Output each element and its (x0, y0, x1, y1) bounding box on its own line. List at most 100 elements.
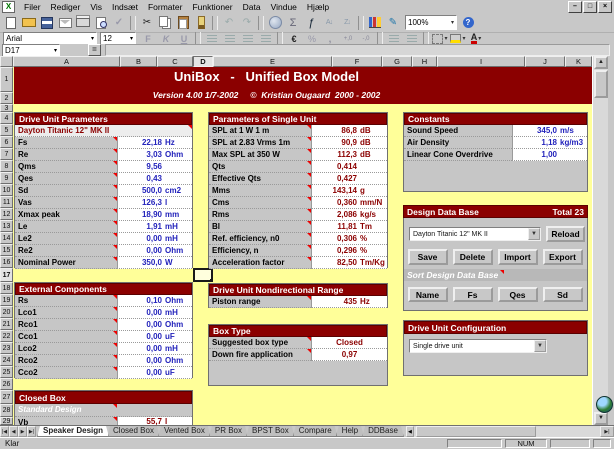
parameter-value-cell[interactable]: 0,00mH (117, 343, 192, 355)
parameter-value-cell[interactable]: 500,0cm2 (117, 185, 192, 197)
parameter-value-cell[interactable]: 22,18Hz (117, 137, 192, 149)
minimize-icon[interactable]: – (568, 1, 582, 13)
row-header-2[interactable]: 2 (0, 92, 13, 104)
row-header-12[interactable]: 12 (0, 208, 13, 220)
database-select[interactable]: Dayton Titanic 12" MK II▼ (409, 227, 541, 241)
parameter-value-cell[interactable]: 86,8dB (311, 125, 387, 137)
row-header-21[interactable]: 21 (0, 318, 13, 330)
row-header-3[interactable]: 3 (0, 104, 13, 112)
redo-icon[interactable] (239, 15, 255, 30)
parameter-value-cell[interactable]: 0,10Ohm (117, 295, 192, 307)
column-header-h[interactable]: H (412, 56, 437, 67)
row-header-16[interactable]: 16 (0, 256, 13, 268)
parameter-value-cell[interactable]: 0,00Ohm (117, 355, 192, 367)
drive-unit-name-cell[interactable]: Dayton Titanic 12" MK II (15, 125, 192, 137)
zoom-select[interactable]: 100%▾ (405, 15, 457, 30)
menu-data[interactable]: Data (238, 2, 266, 12)
format-painter-icon[interactable] (193, 15, 209, 30)
parameter-value-cell[interactable]: 0,360mm/N (311, 197, 387, 209)
row-header-11[interactable]: 11 (0, 196, 13, 208)
mail-icon[interactable] (57, 15, 73, 30)
fill-handle[interactable] (210, 279, 213, 282)
column-header-i[interactable]: I (437, 56, 525, 67)
edit-formula-button[interactable]: = (88, 44, 101, 56)
tab-vented-box[interactable]: Vented Box (158, 426, 211, 437)
scroll-right-icon[interactable]: ▶| (600, 426, 614, 437)
parameter-value-cell[interactable]: 9,56 (117, 161, 192, 173)
tab-speaker-design[interactable]: Speaker Design (37, 426, 109, 437)
reload-button[interactable]: Reload (546, 226, 585, 242)
tab-closed-box[interactable]: Closed Box (107, 426, 160, 437)
sort-descending-icon[interactable] (339, 15, 355, 30)
parameter-value-cell[interactable]: 112,3dB (311, 149, 387, 161)
parameter-value-cell[interactable]: 0,00Ohm (117, 319, 192, 331)
row-header-26[interactable]: 26 (0, 378, 13, 390)
parameter-value-cell[interactable]: 90,9dB (311, 137, 387, 149)
row-header-7[interactable]: 7 (0, 148, 13, 160)
menu-funktioner[interactable]: Funktioner (187, 2, 237, 12)
parameter-value-cell[interactable]: 0,00uF (117, 367, 192, 379)
horizontal-scroll-thumb[interactable] (416, 426, 536, 437)
parameter-value-cell[interactable]: 345,0m/s (512, 125, 587, 137)
row-header-19[interactable]: 19 (0, 294, 13, 306)
row-header-17[interactable]: 17 (0, 268, 13, 282)
insert-hyperlink-icon[interactable] (267, 15, 283, 30)
db-save-button[interactable]: Save (408, 249, 448, 265)
column-header-b[interactable]: B (120, 56, 157, 67)
parameter-value-cell[interactable]: 11,81Tm (311, 221, 387, 233)
row-header-24[interactable]: 24 (0, 354, 13, 366)
sort-name-button[interactable]: Name (408, 287, 448, 302)
row-header-23[interactable]: 23 (0, 342, 13, 354)
vertical-scroll-thumb[interactable] (594, 70, 608, 98)
save-icon[interactable] (39, 15, 55, 30)
paste-icon[interactable] (175, 15, 191, 30)
tab-split-handle[interactable]: ◀ (406, 426, 414, 437)
menu-formater[interactable]: Formater (143, 2, 187, 12)
tab-pr-box[interactable]: PR Box (209, 426, 248, 437)
restore-icon[interactable]: □ (583, 1, 597, 13)
row-header-5[interactable]: 5 (0, 124, 13, 136)
row-header-13[interactable]: 13 (0, 220, 13, 232)
selected-cell-d17[interactable] (193, 268, 213, 282)
scroll-up-icon[interactable]: ▲ (594, 56, 608, 69)
row-header-20[interactable]: 20 (0, 306, 13, 318)
row-header-29[interactable]: 29 (0, 417, 13, 425)
menu-indsæt[interactable]: Indsæt (107, 2, 143, 12)
db-import-button[interactable]: Import (498, 249, 538, 265)
row-header-18[interactable]: 18 (0, 282, 13, 294)
scroll-down-icon[interactable]: ▼ (594, 412, 608, 425)
open-icon[interactable] (21, 15, 37, 30)
parameter-value-cell[interactable]: 55,7l (117, 417, 192, 425)
column-header-d[interactable]: D (193, 56, 213, 67)
row-header-22[interactable]: 22 (0, 330, 13, 342)
parameter-value-cell[interactable]: 0,43 (117, 173, 192, 185)
next-tab-icon[interactable]: ▶ (18, 426, 27, 437)
row-header-4[interactable]: 4 (0, 112, 13, 124)
parameter-value-cell[interactable]: 0,427 (311, 173, 387, 185)
column-header-g[interactable]: G (382, 56, 412, 67)
column-header-k[interactable]: K (565, 56, 592, 67)
parameter-value-cell[interactable]: Closed (311, 337, 387, 349)
parameter-value-cell[interactable]: 3,03Ohm (117, 149, 192, 161)
parameter-value-cell[interactable]: 82,50Tm/Kg (311, 257, 387, 269)
row-header-27[interactable]: 27 (0, 390, 13, 404)
row-header-15[interactable]: 15 (0, 244, 13, 256)
sort-ascending-icon[interactable] (321, 15, 337, 30)
parameter-value-cell[interactable]: 126,3l (117, 197, 192, 209)
column-header-c[interactable]: C (157, 56, 193, 67)
parameter-value-cell[interactable]: 435Hz (311, 296, 387, 308)
row-header-28[interactable]: 28 (0, 404, 13, 417)
menu-hjælp[interactable]: Hjælp (302, 2, 334, 12)
close-icon[interactable]: × (598, 1, 612, 13)
sort-fs-button[interactable]: Fs (453, 287, 493, 302)
cut-icon[interactable] (139, 15, 155, 30)
app-icon[interactable]: X (2, 1, 15, 13)
new-icon[interactable] (3, 15, 19, 30)
parameter-value-cell[interactable]: 0,97 (311, 349, 387, 361)
tab-compare[interactable]: Compare (293, 426, 338, 437)
menu-vindue[interactable]: Vindue (266, 2, 302, 12)
tab-bpst-box[interactable]: BPST Box (246, 426, 295, 437)
parameter-value-cell[interactable]: 0,00mH (117, 307, 192, 319)
copy-icon[interactable] (157, 15, 173, 30)
chart-wizard-icon[interactable] (367, 15, 383, 30)
